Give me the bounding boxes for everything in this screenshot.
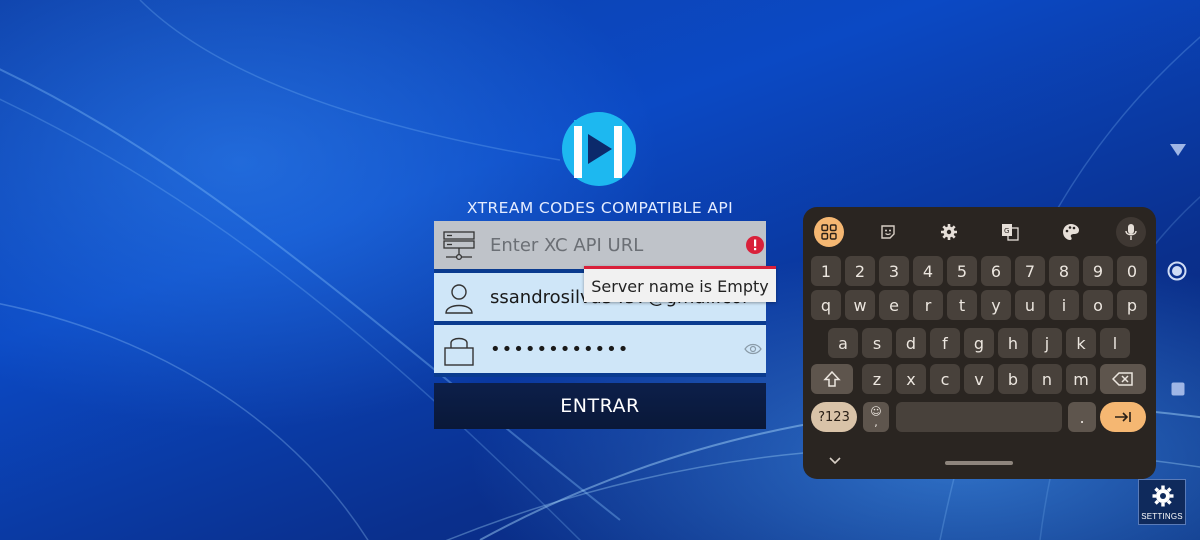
- home-circle-icon[interactable]: [1167, 261, 1187, 281]
- keyboard-drag-handle[interactable]: [945, 461, 1013, 465]
- user-icon: [445, 284, 473, 314]
- key-b[interactable]: b: [998, 364, 1028, 394]
- key-8[interactable]: 8: [1049, 256, 1079, 286]
- key-s[interactable]: s: [862, 328, 892, 358]
- on-screen-keyboard: G 1234567890 qwertyuiop asdfghjkl zxcvbn…: [803, 207, 1156, 479]
- backspace-icon: [1112, 372, 1133, 386]
- error-tooltip: Server name is Empty: [584, 266, 776, 302]
- key-4[interactable]: 4: [913, 256, 943, 286]
- lock-icon: [444, 337, 474, 366]
- settings-label: SETTINGS: [1141, 512, 1183, 521]
- key-u[interactable]: u: [1015, 290, 1045, 320]
- chevron-down-icon[interactable]: [827, 453, 843, 469]
- api-url-field[interactable]: [434, 221, 766, 273]
- keyboard-bottom-bar: [803, 449, 1156, 475]
- gear-icon: [1152, 485, 1174, 507]
- app-logo: [562, 112, 636, 186]
- error-icon: [746, 236, 764, 254]
- key-h[interactable]: h: [998, 328, 1028, 358]
- field-underline: [434, 373, 766, 377]
- key-i[interactable]: i: [1049, 290, 1079, 320]
- key-l[interactable]: l: [1100, 328, 1130, 358]
- api-title: XTREAM CODES COMPATIBLE API: [466, 199, 734, 217]
- back-triangle-icon[interactable]: [1169, 143, 1187, 157]
- period-key[interactable]: .: [1068, 402, 1096, 432]
- keyboard-toolbar: G: [803, 217, 1156, 247]
- key-6[interactable]: 6: [981, 256, 1011, 286]
- key-y[interactable]: y: [981, 290, 1011, 320]
- key-f[interactable]: f: [930, 328, 960, 358]
- key-n[interactable]: n: [1032, 364, 1062, 394]
- key-e[interactable]: e: [879, 290, 909, 320]
- backspace-key[interactable]: [1100, 364, 1146, 394]
- shift-key[interactable]: [811, 364, 853, 394]
- key-z[interactable]: z: [862, 364, 892, 394]
- login-button[interactable]: ENTRAR: [434, 383, 766, 429]
- key-1[interactable]: 1: [811, 256, 841, 286]
- key-j[interactable]: j: [1032, 328, 1062, 358]
- mic-icon[interactable]: [1116, 217, 1146, 247]
- key-t[interactable]: t: [947, 290, 977, 320]
- key-p[interactable]: p: [1117, 290, 1147, 320]
- shift-icon: [823, 370, 841, 387]
- space-key[interactable]: [896, 402, 1062, 432]
- palette-icon[interactable]: [1056, 217, 1086, 247]
- key-o[interactable]: o: [1083, 290, 1113, 320]
- password-input[interactable]: [490, 333, 750, 365]
- key-0[interactable]: 0: [1117, 256, 1147, 286]
- recents-square-icon[interactable]: [1171, 382, 1185, 396]
- key-k[interactable]: k: [1066, 328, 1096, 358]
- key-9[interactable]: 9: [1083, 256, 1113, 286]
- key-d[interactable]: d: [896, 328, 926, 358]
- key-g[interactable]: g: [964, 328, 994, 358]
- emoji-key[interactable]: ☺ ,: [863, 402, 889, 432]
- key-a[interactable]: a: [828, 328, 858, 358]
- apps-grid-icon[interactable]: [814, 217, 844, 247]
- key-m[interactable]: m: [1066, 364, 1096, 394]
- key-w[interactable]: w: [845, 290, 875, 320]
- api-url-input[interactable]: [490, 229, 750, 261]
- password-field[interactable]: [434, 325, 766, 377]
- settings-button[interactable]: SETTINGS: [1138, 479, 1186, 525]
- key-2[interactable]: 2: [845, 256, 875, 286]
- key-c[interactable]: c: [930, 364, 960, 394]
- key-5[interactable]: 5: [947, 256, 977, 286]
- key-7[interactable]: 7: [1015, 256, 1045, 286]
- symbols-key[interactable]: ?123: [811, 402, 857, 432]
- settings-icon[interactable]: [934, 217, 964, 247]
- next-key[interactable]: [1100, 402, 1146, 432]
- server-icon: [443, 231, 475, 261]
- tab-arrow-icon: [1115, 412, 1131, 422]
- emoji-key-sub-label: ,: [874, 416, 878, 429]
- key-r[interactable]: r: [913, 290, 943, 320]
- key-q[interactable]: q: [811, 290, 841, 320]
- key-3[interactable]: 3: [879, 256, 909, 286]
- svg-text:G: G: [1004, 227, 1009, 235]
- translate-icon[interactable]: G: [995, 217, 1025, 247]
- sticker-icon[interactable]: [873, 217, 903, 247]
- show-password-icon[interactable]: [744, 342, 762, 356]
- key-v[interactable]: v: [964, 364, 994, 394]
- key-x[interactable]: x: [896, 364, 926, 394]
